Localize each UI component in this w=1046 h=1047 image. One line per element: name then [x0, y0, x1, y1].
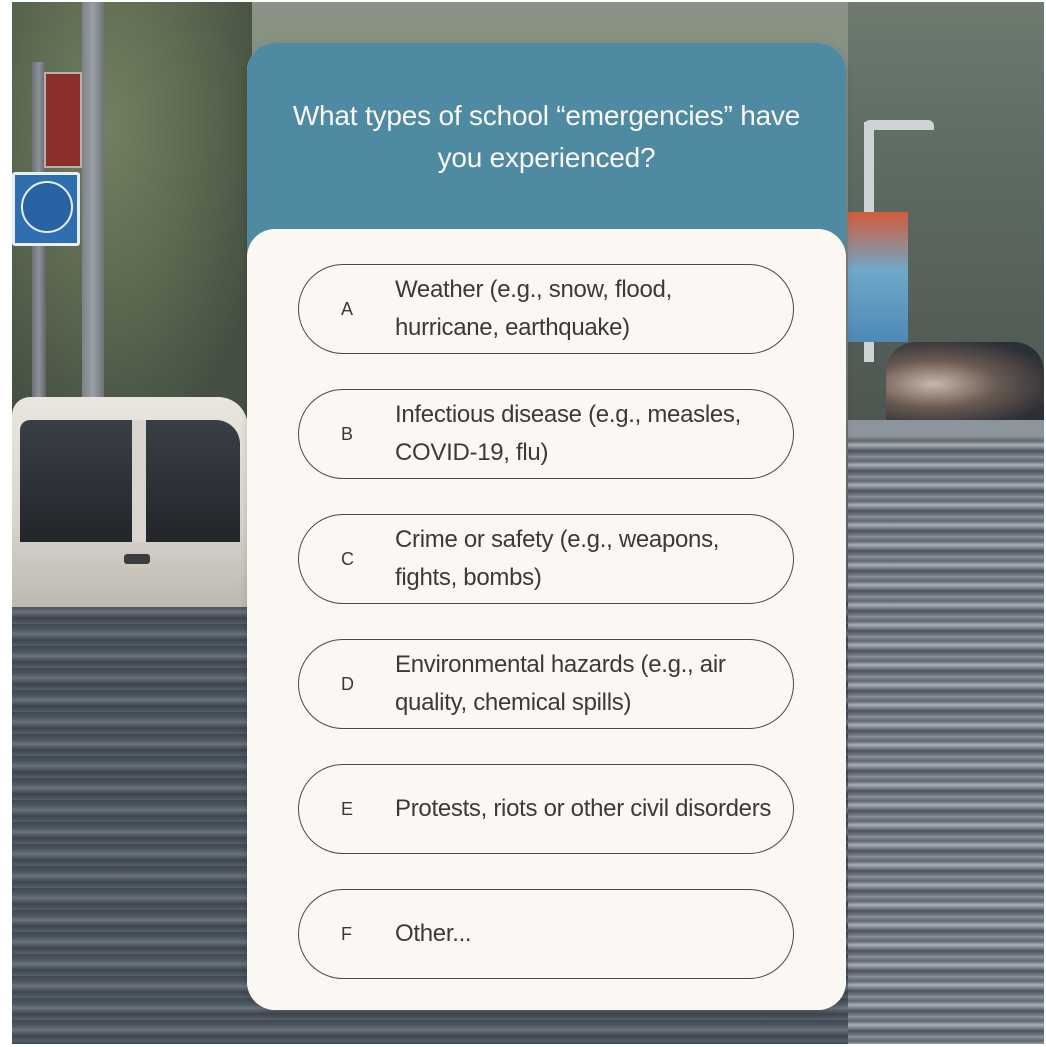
lamppost-arm — [864, 120, 934, 130]
option-label: Infectious disease (e.g., measles, COVID… — [395, 401, 741, 466]
car-door-handle — [124, 554, 150, 564]
option-letter: D — [341, 673, 354, 694]
bicycle-sign-icon — [12, 172, 80, 246]
poll-header: What types of school “emergencies” have … — [247, 43, 846, 258]
option-label: Protests, riots or other civil disorders — [395, 795, 772, 822]
crowd — [886, 342, 1044, 426]
option-letter: F — [341, 923, 352, 944]
option-label: Environmental hazards (e.g., air quality… — [395, 651, 726, 716]
car-window — [20, 420, 240, 542]
option-b[interactable]: B Infectious disease (e.g., measles, COV… — [298, 389, 794, 479]
option-label: Crime or safety (e.g., weapons, fights, … — [395, 526, 720, 591]
flood-water-right — [848, 436, 1044, 1044]
option-letter: B — [341, 423, 354, 444]
utility-pole — [82, 2, 104, 422]
option-c[interactable]: C Crime or safety (e.g., weapons, fights… — [298, 514, 794, 604]
option-f[interactable]: F Other... — [298, 889, 794, 979]
street-sign — [44, 72, 82, 168]
option-letter: C — [341, 548, 354, 569]
option-label: Other... — [395, 920, 472, 947]
railing — [848, 420, 1044, 436]
poll-question: What types of school “emergencies” have … — [292, 100, 801, 173]
option-a[interactable]: A Weather (e.g., snow, flood, hurricane,… — [298, 264, 794, 354]
car-pillar — [132, 420, 146, 542]
poll-card: What types of school “emergencies” have … — [247, 43, 846, 1010]
option-d[interactable]: D Environmental hazards (e.g., air quali… — [298, 639, 794, 729]
option-e[interactable]: E Protests, riots or other civil disorde… — [298, 764, 794, 854]
poll-options: A Weather (e.g., snow, flood, hurricane,… — [247, 229, 846, 1010]
option-letter: A — [341, 298, 354, 319]
option-letter: E — [341, 798, 354, 819]
option-label: Weather (e.g., snow, flood, hurricane, e… — [395, 276, 672, 341]
banner — [848, 212, 908, 342]
